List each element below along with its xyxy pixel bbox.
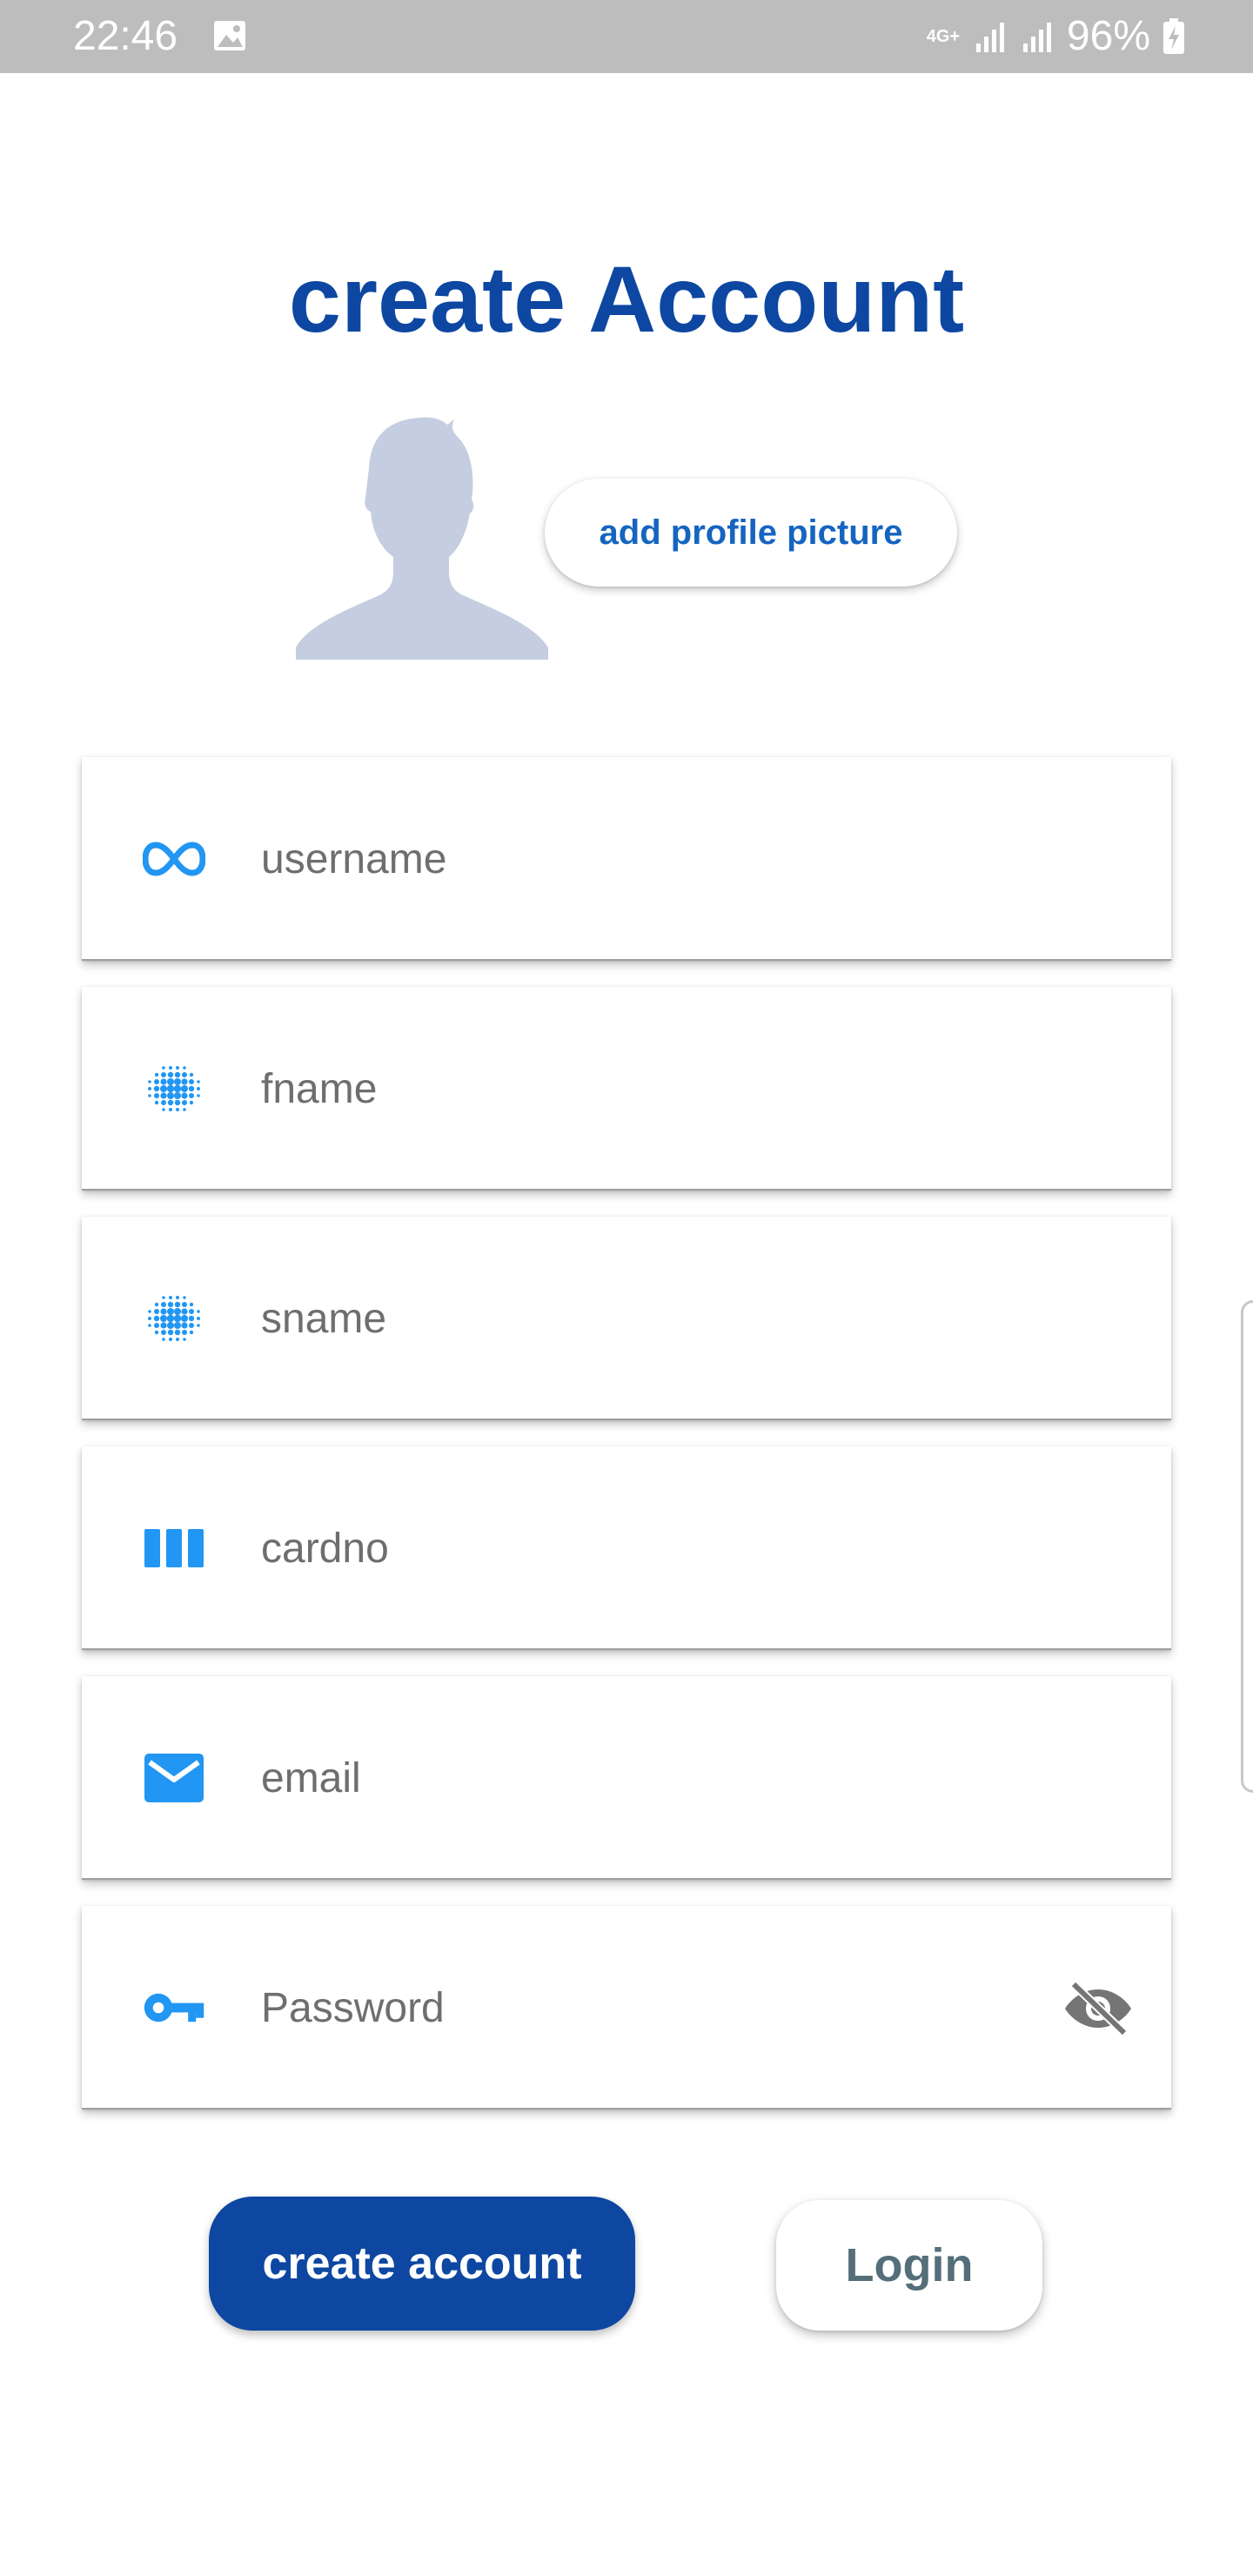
status-bar: 22:46 4G+ 96% <box>0 0 1253 73</box>
eye-off-icon[interactable] <box>1063 1981 1133 2036</box>
person-silhouette-icon <box>296 417 548 660</box>
username-input[interactable] <box>261 827 1044 891</box>
password-input[interactable] <box>261 1976 1044 2040</box>
create-account-button[interactable]: create account <box>209 2197 635 2331</box>
battery-charging-icon <box>1163 18 1184 54</box>
signal-icon <box>1022 23 1051 52</box>
battery-level: 96% <box>1066 13 1150 59</box>
password-field[interactable] <box>82 1906 1171 2110</box>
gallery-icon <box>214 21 245 50</box>
login-button[interactable]: Login <box>776 2200 1042 2331</box>
sname-field[interactable] <box>82 1217 1171 1420</box>
cardno-field[interactable] <box>82 1446 1171 1650</box>
email-input[interactable] <box>261 1746 1044 1810</box>
mail-icon <box>144 1754 204 1802</box>
username-field[interactable] <box>82 757 1171 961</box>
fname-input[interactable] <box>261 1057 1044 1121</box>
email-field[interactable] <box>82 1676 1171 1880</box>
dots-grid-icon <box>148 1066 200 1111</box>
dots-grid-icon <box>148 1296 200 1341</box>
key-icon <box>144 1993 204 2023</box>
status-indicators: 4G+ 96% <box>926 12 1185 61</box>
page-title: create Account <box>288 246 965 352</box>
fname-field[interactable] <box>82 987 1171 1191</box>
sname-input[interactable] <box>261 1286 1044 1351</box>
edge-panel-handle[interactable] <box>1241 1300 1253 1793</box>
view-column-icon <box>144 1529 204 1567</box>
add-profile-picture-button[interactable]: add profile picture <box>545 479 957 587</box>
network-type: 4G+ <box>926 27 961 46</box>
infinity-icon <box>143 842 205 876</box>
status-time: 22:46 <box>73 13 178 59</box>
cardno-input[interactable] <box>261 1516 1044 1580</box>
signal-icon <box>975 23 1004 52</box>
